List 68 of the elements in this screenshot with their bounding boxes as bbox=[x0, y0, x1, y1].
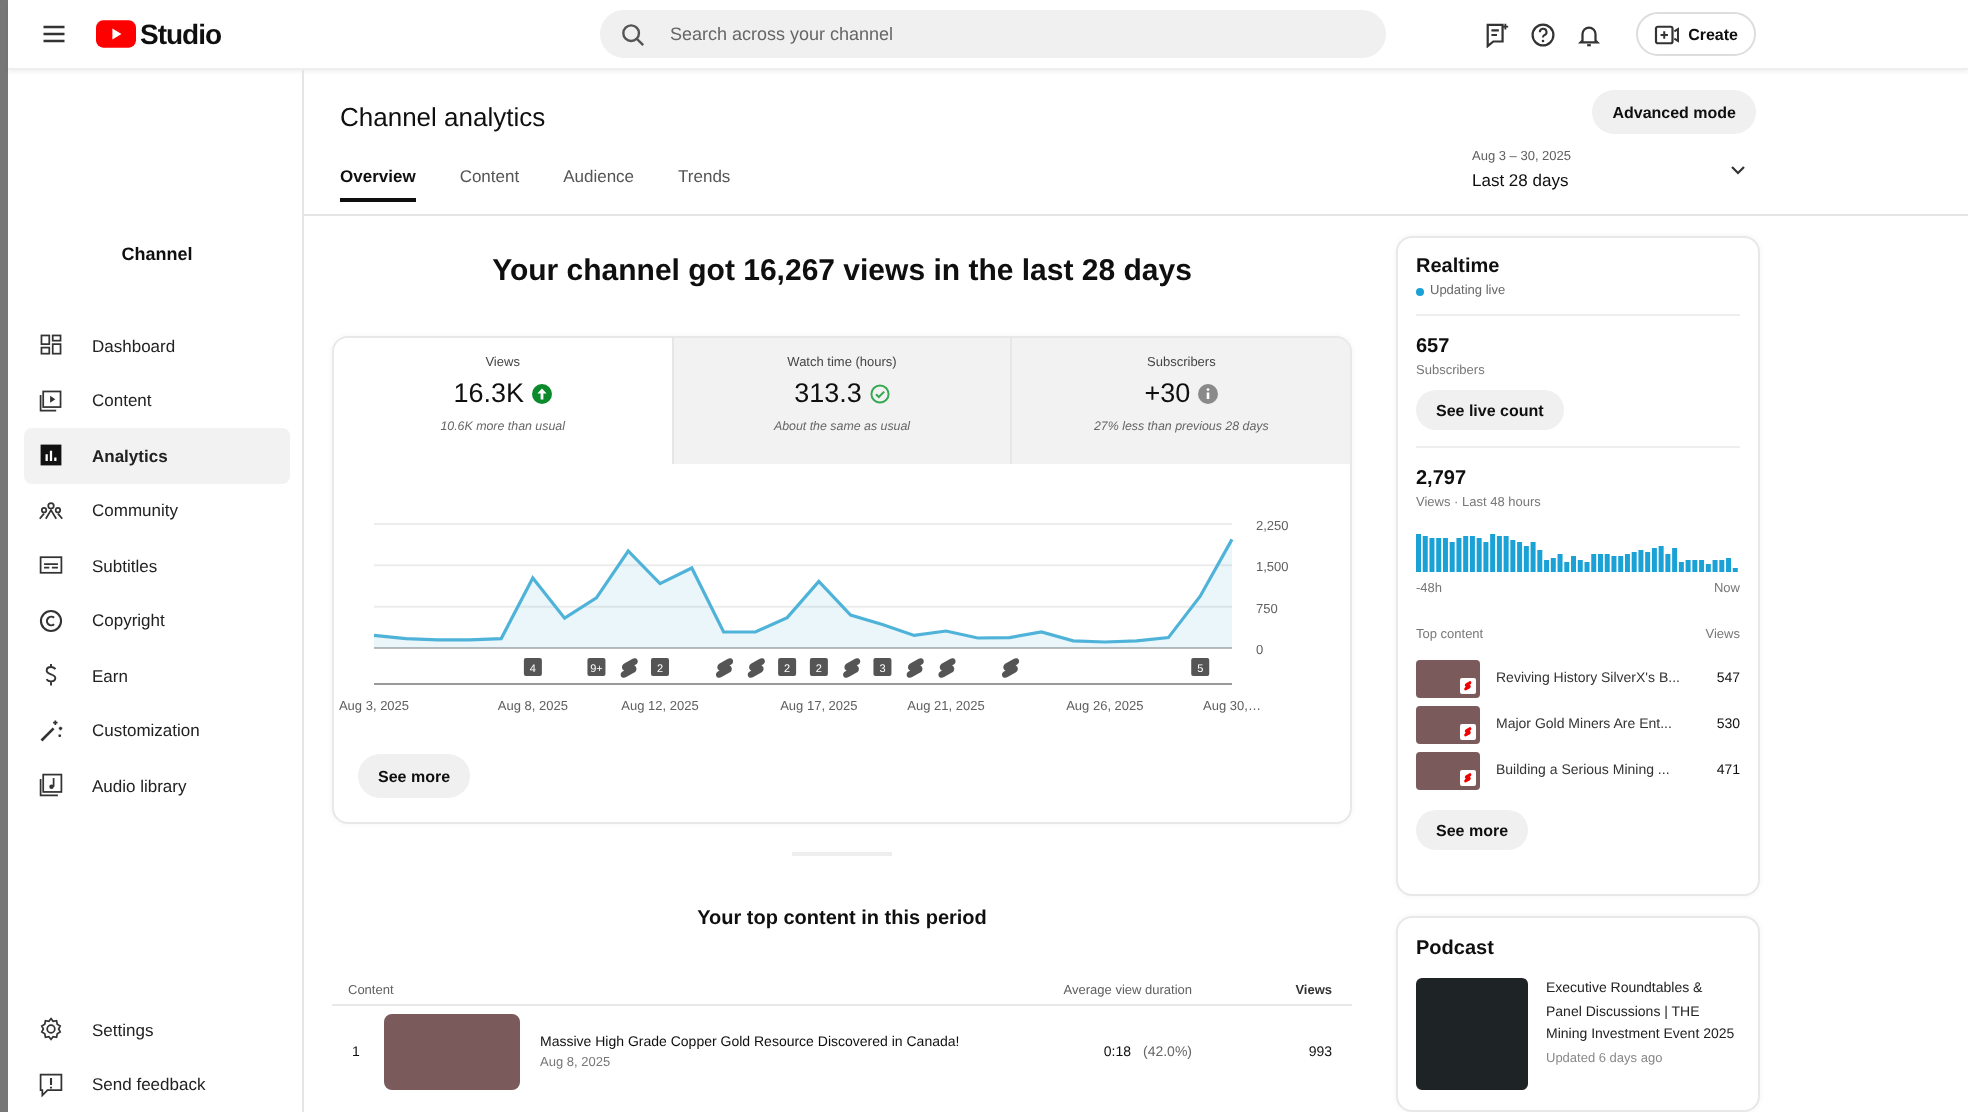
video-thumbnail-placeholder[interactable] bbox=[1416, 706, 1480, 744]
search-icon bbox=[620, 21, 646, 47]
shorts-icon[interactable] bbox=[747, 658, 765, 678]
studio-logo-text: Studio bbox=[140, 18, 222, 50]
shorts-icon[interactable] bbox=[906, 658, 924, 678]
podcast-thumbnail-placeholder[interactable] bbox=[1416, 978, 1528, 1090]
shorts-icon[interactable] bbox=[843, 658, 861, 678]
tab[interactable]: Content bbox=[459, 166, 520, 202]
shorts-icon[interactable] bbox=[716, 658, 734, 678]
search-field[interactable]: Search across your channel bbox=[600, 10, 1386, 58]
video-icon bbox=[38, 387, 64, 414]
shorts-icon[interactable] bbox=[620, 658, 638, 678]
create-button[interactable]: Create bbox=[1636, 12, 1756, 56]
sidebar-item[interactable]: Copyright bbox=[24, 593, 290, 648]
up-arrow-icon bbox=[531, 383, 552, 403]
shorts-icon[interactable] bbox=[938, 658, 956, 678]
menu-icon[interactable] bbox=[40, 20, 68, 48]
tab[interactable]: Overview bbox=[340, 166, 416, 202]
advanced-mode-button[interactable]: Advanced mode bbox=[1592, 90, 1756, 134]
shorts-icon[interactable] bbox=[1002, 658, 1020, 678]
gear-icon bbox=[38, 1016, 64, 1043]
shorts-badge-icon bbox=[1460, 724, 1476, 740]
video-thumbnail-placeholder[interactable] bbox=[384, 1014, 520, 1090]
live-dot-icon bbox=[1416, 287, 1424, 295]
see-more-button[interactable]: See more bbox=[358, 754, 471, 798]
check-icon bbox=[869, 383, 890, 403]
chat-icon[interactable] bbox=[1484, 21, 1511, 47]
subscriber-count: 657 bbox=[1416, 336, 1452, 358]
sidebar-item[interactable]: Analytics bbox=[24, 428, 290, 483]
sidebar-item[interactable]: Settings bbox=[24, 1002, 290, 1057]
people-icon bbox=[38, 497, 64, 524]
sidebar-item[interactable]: Customization bbox=[24, 703, 290, 758]
views-count: 2,797 bbox=[1416, 468, 1469, 490]
podcast-title: Podcast bbox=[1416, 938, 1496, 960]
sidebar-item[interactable]: Earn bbox=[24, 648, 290, 703]
tab[interactable]: Trends bbox=[678, 166, 731, 202]
see-live-count-button[interactable]: See live count bbox=[1416, 390, 1564, 430]
add-video-icon bbox=[1654, 23, 1681, 45]
copyright-icon bbox=[38, 607, 64, 634]
top-content-title: Your top content in this period bbox=[697, 908, 987, 930]
shorts-badge-icon bbox=[1460, 770, 1476, 786]
bell-icon[interactable] bbox=[1576, 21, 1603, 47]
dashboard-icon bbox=[38, 332, 64, 359]
magic-wand-icon bbox=[38, 717, 64, 744]
realtime-title: Realtime bbox=[1416, 256, 1502, 278]
page-title: Channel analytics bbox=[340, 102, 548, 132]
subtitles-icon bbox=[38, 552, 64, 579]
bar-chart-icon bbox=[38, 442, 64, 469]
channel-heading: Channel bbox=[119, 244, 195, 264]
sidebar-item[interactable]: Dashboard bbox=[24, 318, 290, 373]
sidebar-item[interactable]: Send feedback bbox=[24, 1057, 290, 1112]
info-icon bbox=[1198, 383, 1219, 403]
shorts-badge-icon bbox=[1460, 678, 1476, 694]
video-thumbnail-placeholder[interactable] bbox=[1416, 660, 1480, 698]
search-input[interactable]: Search across your channel bbox=[666, 22, 1366, 46]
views-headline: Your channel got 16,267 views in the last 28 days bbox=[492, 254, 1192, 288]
sidebar-item[interactable]: Community bbox=[24, 483, 290, 538]
help-icon[interactable] bbox=[1530, 21, 1557, 47]
sidebar-item[interactable]: Subtitles bbox=[24, 538, 290, 593]
see-more-button[interactable]: See more bbox=[1416, 810, 1529, 850]
chevron-down-icon bbox=[1728, 160, 1748, 180]
video-thumbnail-placeholder[interactable] bbox=[1416, 752, 1480, 790]
sidebar-item[interactable]: Content bbox=[24, 373, 290, 428]
play-logo-icon[interactable] bbox=[96, 20, 136, 48]
sidebar-item[interactable]: Audio library bbox=[24, 758, 290, 813]
music-note-icon bbox=[38, 772, 64, 799]
tab[interactable]: Audience bbox=[563, 166, 635, 202]
feedback-icon bbox=[38, 1071, 64, 1098]
